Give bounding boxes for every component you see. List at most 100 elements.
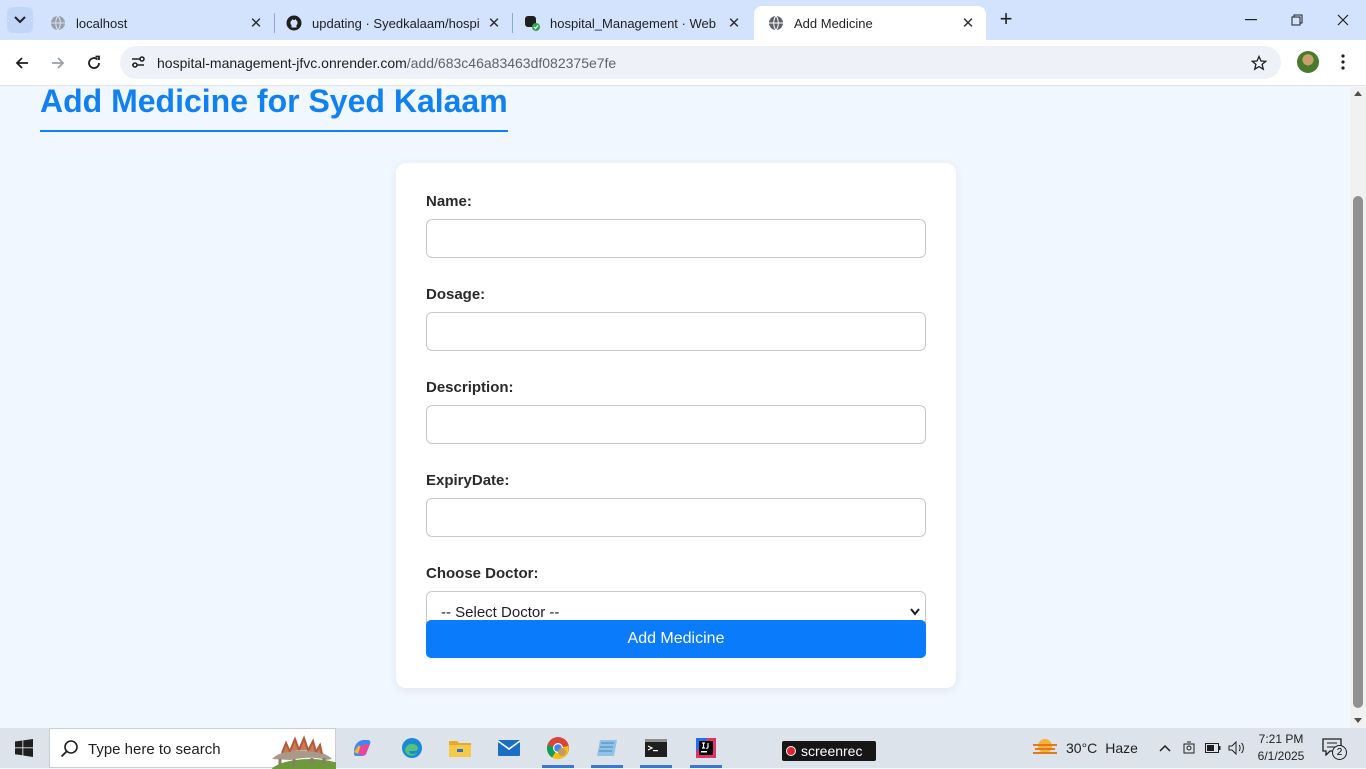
close-icon[interactable]: ✕	[486, 15, 502, 32]
page-title: Add Medicine for Syed Kalaam	[40, 87, 508, 132]
restore-icon	[1291, 14, 1303, 26]
camera-icon	[1183, 741, 1195, 754]
tab-title: updating · Syedkalaam/hospital_Managemen…	[312, 15, 480, 31]
chevron-down-icon	[14, 16, 26, 24]
taskbar-terminal[interactable]	[636, 732, 676, 768]
close-icon	[1337, 14, 1349, 26]
globe-icon	[50, 15, 66, 31]
haze-weather-icon	[1033, 739, 1057, 754]
taskbar-file-explorer[interactable]	[440, 732, 480, 764]
tab-title: localhost	[76, 15, 128, 31]
notification-count-badge: 2	[1332, 745, 1347, 760]
screenrec-label: screenrec	[801, 743, 863, 759]
taskbar-search-box[interactable]: Type here to search	[49, 728, 336, 769]
dosage-field-group: Dosage:	[426, 286, 926, 351]
taskbar-mail[interactable]	[489, 732, 529, 764]
speaker-icon	[1228, 741, 1244, 755]
url-path: /add/683c46a83463df082375e7fe	[406, 55, 617, 71]
tab-add-medicine[interactable]: Add Medicine ✕	[754, 6, 986, 40]
description-input[interactable]	[426, 405, 926, 444]
restore-button[interactable]	[1274, 0, 1320, 40]
weather-temperature: 30°C	[1066, 740, 1098, 756]
scroll-thumb[interactable]	[1353, 196, 1363, 708]
notepad-icon	[597, 740, 617, 756]
battery-icon	[1205, 743, 1221, 753]
notification-center-button[interactable]: 2	[1322, 738, 1348, 760]
clock-date: 6/1/2025	[1257, 749, 1305, 763]
browser-menu-button[interactable]	[1333, 51, 1353, 73]
minimize-icon	[1245, 19, 1257, 21]
site-info-icon[interactable]	[126, 50, 150, 74]
tab-search-button[interactable]	[7, 7, 33, 33]
browser-toolbar: hospital-management-jfvc.onrender.com/ad…	[0, 40, 1366, 86]
globe-icon	[768, 15, 784, 31]
add-medicine-form: Name: Dosage: Description: ExpiryDate: C…	[396, 163, 956, 688]
scroll-up-arrow-icon[interactable]	[1354, 91, 1362, 96]
name-label: Name:	[426, 193, 472, 210]
scroll-down-arrow-icon[interactable]	[1354, 718, 1362, 723]
start-button[interactable]	[0, 728, 48, 768]
minimize-button[interactable]	[1228, 0, 1274, 40]
page-scrollbar[interactable]	[1350, 87, 1366, 728]
search-placeholder: Type here to search	[88, 741, 221, 758]
tab-title: hospital_Management · Web Service	[550, 15, 720, 31]
expiry-date-label: ExpiryDate:	[426, 472, 510, 489]
windows-taskbar: Type here to search screenrec 30°C Haze …	[0, 728, 1366, 769]
more-vertical-icon	[1341, 54, 1345, 70]
search-icon	[60, 740, 78, 758]
copilot-icon	[354, 740, 371, 756]
clock-time: 7:21 PM	[1258, 732, 1304, 746]
arrow-left-icon	[15, 57, 28, 69]
browser-tab-strip: localhost ✕ updating · Syedkalaam/hospit…	[0, 0, 1366, 40]
stegosaurus-illustration-icon	[271, 735, 336, 769]
new-tab-button[interactable]: +	[994, 8, 1018, 32]
system-clock[interactable]: 7:21 PM 6/1/2025	[1254, 731, 1308, 765]
render-icon	[524, 15, 540, 31]
close-icon[interactable]: ✕	[726, 15, 742, 32]
url-text: hospital-management-jfvc.onrender.com/ad…	[157, 55, 616, 71]
chrome-icon	[546, 737, 569, 760]
address-bar[interactable]: hospital-management-jfvc.onrender.com/ad…	[120, 46, 1281, 79]
screenrec-indicator[interactable]: screenrec	[782, 741, 876, 761]
description-label: Description:	[426, 379, 514, 396]
close-icon[interactable]: ✕	[248, 15, 264, 32]
name-field-group: Name:	[426, 193, 926, 258]
taskbar-edge[interactable]	[392, 732, 432, 764]
tab-github[interactable]: updating · Syedkalaam/hospital_Managemen…	[272, 6, 512, 40]
page-content: Add Medicine for Syed Kalaam Name: Dosag…	[0, 87, 1350, 728]
reload-button[interactable]	[79, 48, 109, 78]
taskbar-intellij[interactable]	[686, 732, 726, 768]
battery-tray[interactable]	[1204, 740, 1222, 756]
url-host: hospital-management-jfvc.onrender.com	[157, 55, 407, 71]
bookmark-star-icon[interactable]	[1249, 53, 1269, 73]
description-field-group: Description:	[426, 379, 926, 444]
tab-render[interactable]: hospital_Management · Web Service ✕	[510, 6, 752, 40]
reload-icon	[88, 55, 100, 69]
record-dot-icon	[786, 746, 796, 756]
taskbar-chrome[interactable]	[538, 732, 578, 768]
window-close-button[interactable]	[1320, 0, 1366, 40]
windows-logo-icon	[15, 739, 33, 757]
add-medicine-button[interactable]: Add Medicine	[426, 620, 926, 658]
show-hidden-icons-button[interactable]	[1156, 740, 1174, 756]
doctor-select-value: -- Select Doctor --	[441, 604, 560, 621]
back-button[interactable]	[7, 48, 37, 78]
tab-title: Add Medicine	[794, 15, 873, 31]
weather-description: Haze	[1105, 740, 1138, 756]
name-input[interactable]	[426, 219, 926, 258]
dosage-input[interactable]	[426, 312, 926, 351]
tab-localhost[interactable]: localhost ✕	[36, 6, 274, 40]
weather-widget[interactable]: 30°C Haze	[1032, 728, 1138, 768]
intellij-icon	[696, 738, 716, 758]
expiry-date-input[interactable]	[426, 498, 926, 537]
mail-icon	[497, 740, 521, 756]
chevron-up-icon	[1159, 744, 1171, 752]
volume-tray[interactable]	[1228, 740, 1246, 756]
profile-avatar[interactable]	[1297, 51, 1319, 73]
meet-now-tray[interactable]	[1180, 740, 1198, 756]
close-icon[interactable]: ✕	[960, 15, 976, 32]
arrow-right-icon	[52, 57, 65, 69]
taskbar-notepad[interactable]	[587, 732, 627, 768]
taskbar-copilot[interactable]	[342, 732, 382, 764]
forward-button[interactable]	[43, 48, 73, 78]
